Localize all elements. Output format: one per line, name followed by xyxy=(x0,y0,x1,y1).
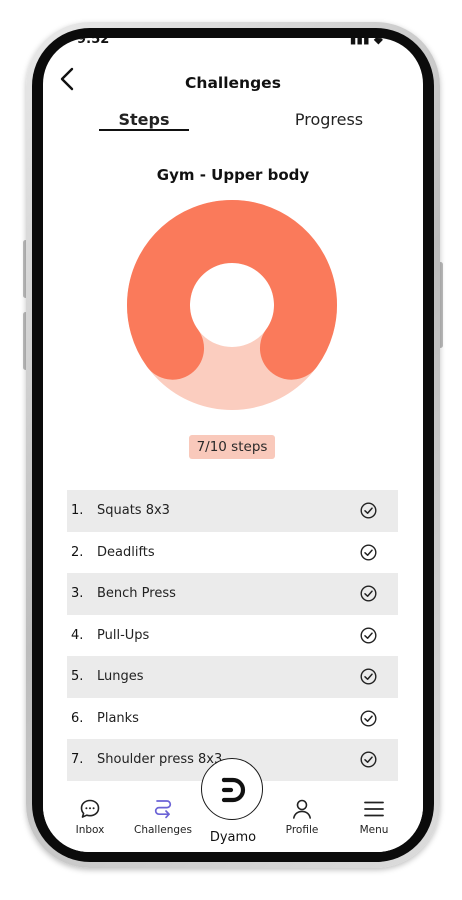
step-label: Planks xyxy=(97,710,139,726)
check-circle-icon xyxy=(360,751,377,768)
route-icon xyxy=(154,800,172,819)
nav-profile[interactable]: Profile xyxy=(267,798,337,836)
workout-title: Gym - Upper body xyxy=(156,166,310,184)
tab-steps[interactable]: Steps xyxy=(99,110,189,129)
dyamo-logo-icon xyxy=(221,777,246,803)
step-number: 2. xyxy=(71,544,84,560)
step-label: Pull-Ups xyxy=(97,627,150,643)
step-number: 1. xyxy=(71,503,84,519)
nav-challenges[interactable]: Challenges xyxy=(128,798,198,836)
nav-profile-label: Profile xyxy=(285,824,319,836)
dyamo-home-button[interactable] xyxy=(201,758,263,820)
step-label: Squats 8x3 xyxy=(97,503,170,519)
check-circle-icon xyxy=(360,543,377,561)
active-tab-indicator xyxy=(99,129,189,131)
list-item[interactable]: 3. Bench Press xyxy=(67,573,398,615)
status-icons: ▮▮▮ ◆ xyxy=(349,38,383,46)
list-item[interactable]: 5. Lunges xyxy=(67,656,398,698)
hamburger-icon xyxy=(364,801,384,817)
step-label: Lunges xyxy=(97,669,144,685)
list-item[interactable]: 4. Pull-Ups xyxy=(67,615,398,657)
status-time: 9:52 xyxy=(77,38,110,47)
page-title: Challenges xyxy=(185,74,281,92)
step-number: 6. xyxy=(71,710,84,726)
tab-progress[interactable]: Progress xyxy=(269,110,389,129)
step-label: Bench Press xyxy=(97,586,176,602)
check-circle-icon xyxy=(360,668,377,685)
steps-list: 1. Squats 8x3 2. Deadlifts 3. Bench Pres… xyxy=(67,490,398,781)
nav-dyamo-label: Dyamo xyxy=(209,830,257,845)
step-number: 3. xyxy=(71,586,84,602)
nav-menu-label: Menu xyxy=(359,824,389,836)
app-screen: 9:52 ▮▮▮ ◆ Challenges Steps Progress Gym… xyxy=(43,38,423,852)
step-number: 5. xyxy=(71,669,84,685)
list-item[interactable]: 2. Deadlifts xyxy=(67,532,398,574)
nav-challenges-label: Challenges xyxy=(134,824,192,836)
progress-donut xyxy=(127,200,337,410)
nav-inbox[interactable]: Inbox xyxy=(55,798,125,836)
step-number: 4. xyxy=(71,627,84,643)
list-item[interactable]: 6. Planks xyxy=(67,698,398,740)
steps-count-badge: 7/10 steps xyxy=(189,435,275,459)
chat-bubble-icon xyxy=(80,799,100,818)
check-circle-icon xyxy=(360,585,377,602)
donut-progress-arc xyxy=(127,200,337,380)
step-number: 7. xyxy=(71,752,84,768)
person-icon xyxy=(293,799,311,819)
list-item[interactable]: 1. Squats 8x3 xyxy=(67,490,398,532)
step-label: Deadlifts xyxy=(97,544,155,560)
check-circle-icon xyxy=(360,709,377,727)
nav-menu[interactable]: Menu xyxy=(339,798,409,836)
nav-inbox-label: Inbox xyxy=(75,824,105,836)
check-circle-icon xyxy=(360,502,377,519)
check-circle-icon xyxy=(360,626,377,644)
